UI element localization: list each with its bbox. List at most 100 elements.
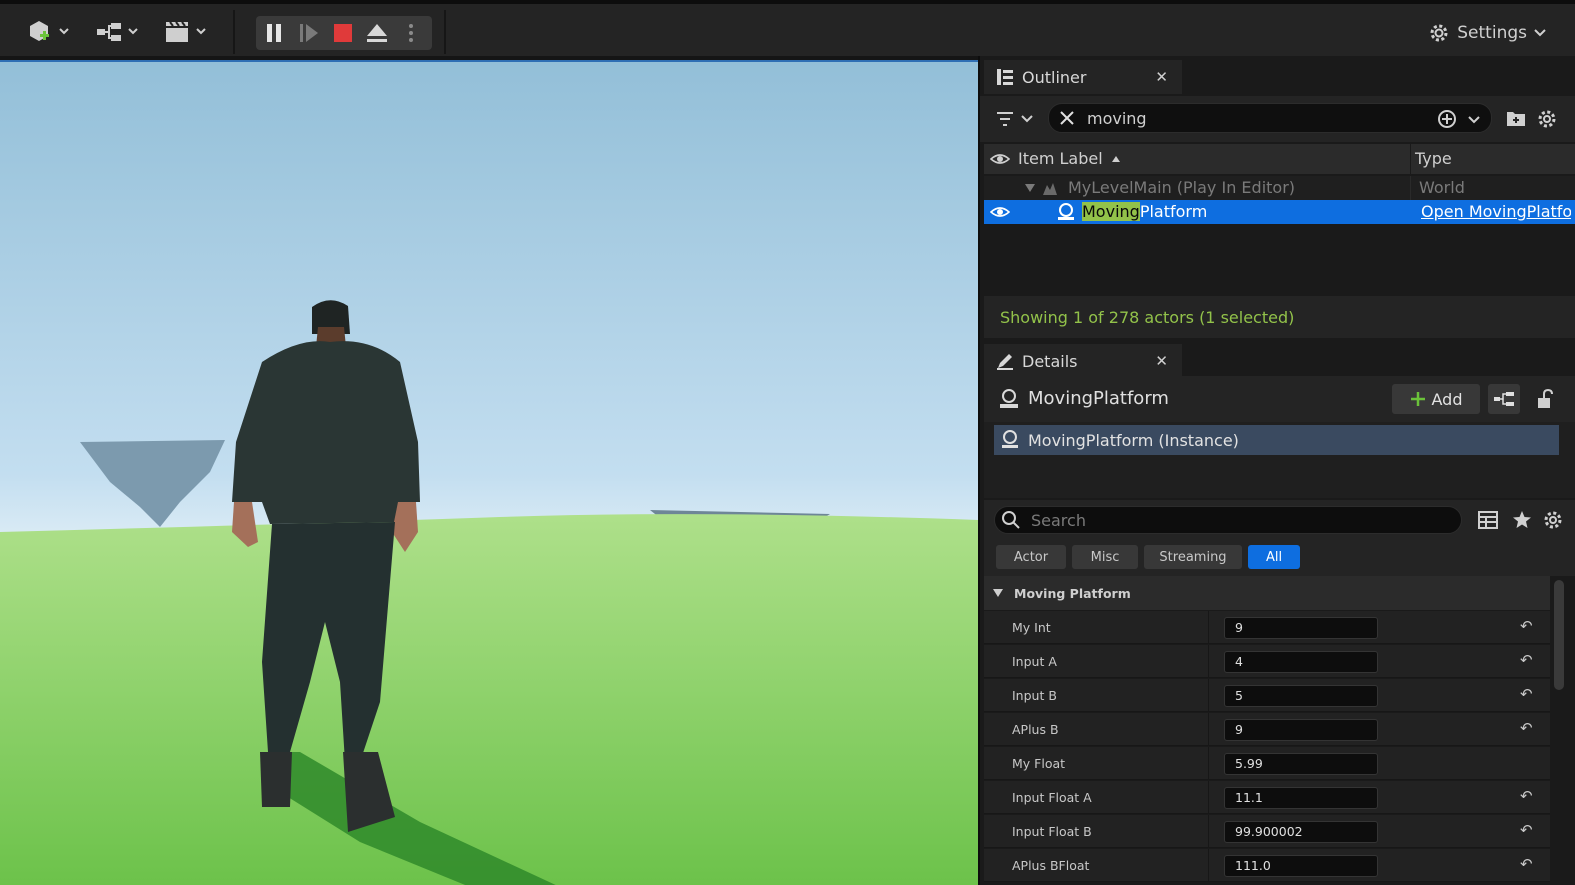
- properties-list: Moving Platform My Int 9 ↶ Input A 4 ↶ Input B…: [984, 576, 1575, 885]
- world-icon: [1043, 183, 1057, 195]
- gear-icon: [1430, 24, 1448, 42]
- property-label: APlus BFloat: [1012, 858, 1090, 873]
- star-icon[interactable]: [1512, 510, 1532, 534]
- category-moving-platform[interactable]: Moving Platform: [984, 576, 1550, 610]
- property-label: Input A: [1012, 654, 1057, 669]
- add-actor-button[interactable]: [26, 14, 74, 50]
- lock-icon[interactable]: [1536, 388, 1556, 413]
- collapse-arrow-icon[interactable]: [1024, 183, 1036, 193]
- blueprint-button[interactable]: [94, 14, 144, 50]
- outliner-search-input[interactable]: moving: [1087, 109, 1147, 128]
- world-type: World: [1419, 178, 1465, 197]
- play-options-button[interactable]: [394, 15, 428, 51]
- viewport-scene: [0, 62, 978, 885]
- reset-to-default-icon[interactable]: ↶: [1520, 855, 1533, 873]
- main-toolbar: Settings: [0, 0, 1575, 56]
- property-row: Input Float B 99.900002 ↶: [984, 815, 1550, 848]
- tab-outliner[interactable]: Outliner ✕: [984, 60, 1182, 94]
- property-splitter[interactable]: [1208, 815, 1209, 848]
- reset-to-default-icon[interactable]: ↶: [1520, 719, 1533, 737]
- table-view-icon[interactable]: [1478, 510, 1498, 534]
- outliner-status-text: Showing 1 of 278 actors (1 selected): [1000, 307, 1295, 327]
- property-row: My Float 5.99: [984, 747, 1550, 780]
- sort-ascending-icon: [1111, 155, 1120, 162]
- chevron-down-icon[interactable]: [1467, 112, 1481, 131]
- tab-details[interactable]: Details ✕: [984, 344, 1182, 378]
- property-value-input[interactable]: 4: [1224, 651, 1378, 673]
- component-row-instance[interactable]: MovingPlatform (Instance): [994, 425, 1559, 455]
- add-filter-icon[interactable]: [1437, 109, 1457, 133]
- component-tree: MovingPlatform (Instance): [984, 422, 1575, 498]
- open-blueprint-link[interactable]: Open MovingPlatfo: [1421, 202, 1571, 221]
- actor-icon: [1000, 389, 1018, 408]
- filter-icon: [997, 112, 1013, 126]
- pause-icon: [267, 24, 281, 42]
- outliner-search[interactable]: moving: [1048, 103, 1492, 133]
- property-splitter[interactable]: [1208, 747, 1209, 780]
- filter-chip-misc[interactable]: Misc: [1072, 545, 1138, 569]
- outliner-row-movingplatform[interactable]: MovingPlatform Open MovingPlatfo: [984, 200, 1575, 224]
- property-value-input[interactable]: 111.0: [1224, 855, 1378, 877]
- filter-chip-actor[interactable]: Actor: [996, 545, 1066, 569]
- property-splitter[interactable]: [1208, 713, 1209, 746]
- column-type[interactable]: Type: [1415, 149, 1452, 168]
- visibility-eye-icon[interactable]: [989, 204, 1011, 224]
- toolbar-separator: [233, 10, 235, 54]
- outliner-icon: [994, 66, 1016, 88]
- gear-icon[interactable]: [1536, 108, 1558, 134]
- property-value-input[interactable]: 9: [1224, 719, 1378, 741]
- property-value-input[interactable]: 99.900002: [1224, 821, 1378, 843]
- world-label: MyLevelMain (Play In Editor): [1068, 178, 1296, 197]
- details-search[interactable]: Search: [994, 506, 1462, 534]
- outliner-row-world[interactable]: MyLevelMain (Play In Editor) World: [984, 176, 1575, 200]
- step-button[interactable]: [292, 15, 326, 51]
- reset-to-default-icon[interactable]: ↶: [1520, 617, 1533, 635]
- visibility-eye-icon[interactable]: [989, 150, 1011, 172]
- property-row: Input Float A 11.1 ↶: [984, 781, 1550, 814]
- gear-icon[interactable]: [1542, 509, 1564, 535]
- details-search-input[interactable]: Search: [1031, 511, 1086, 530]
- column-item-label-text: Item Label: [1018, 149, 1103, 168]
- ground-plane: [0, 514, 978, 885]
- property-splitter[interactable]: [1208, 645, 1209, 678]
- cinematics-button[interactable]: [162, 14, 212, 50]
- property-splitter[interactable]: [1208, 679, 1209, 712]
- close-icon[interactable]: ✕: [1155, 68, 1168, 86]
- outliner-toolbar: moving: [980, 96, 1575, 142]
- reset-to-default-icon[interactable]: ↶: [1520, 685, 1533, 703]
- property-value-input[interactable]: 9: [1224, 617, 1378, 639]
- clear-search-icon[interactable]: [1059, 110, 1075, 126]
- property-splitter[interactable]: [1208, 781, 1209, 814]
- reset-to-default-icon[interactable]: ↶: [1520, 651, 1533, 669]
- property-splitter[interactable]: [1208, 849, 1209, 882]
- properties-scrollbar[interactable]: [1554, 580, 1564, 690]
- blueprint-icon: [1494, 392, 1514, 406]
- add-component-button[interactable]: Add: [1392, 384, 1480, 414]
- pause-button[interactable]: [256, 15, 292, 51]
- eject-button[interactable]: [360, 15, 394, 51]
- eject-icon: [367, 24, 387, 42]
- actor-icon: [1058, 203, 1074, 220]
- filter-button[interactable]: [994, 108, 1034, 130]
- property-value-input[interactable]: 11.1: [1224, 787, 1378, 809]
- column-item-label[interactable]: Item Label: [1018, 149, 1121, 168]
- filter-chip-all[interactable]: All: [1248, 545, 1300, 569]
- reset-to-default-icon[interactable]: ↶: [1520, 787, 1533, 805]
- settings-button[interactable]: Settings: [1427, 18, 1547, 48]
- clapperboard-icon: [166, 21, 206, 42]
- property-splitter[interactable]: [1208, 611, 1209, 644]
- category-label: Moving Platform: [1014, 585, 1131, 601]
- level-viewport[interactable]: [0, 60, 978, 885]
- collapse-arrow-icon: [993, 589, 1003, 597]
- outliner-header: Item Label Type: [984, 144, 1575, 174]
- close-icon[interactable]: ✕: [1155, 352, 1168, 370]
- property-label: Input Float A: [1012, 790, 1092, 805]
- property-value-input[interactable]: 5.99: [1224, 753, 1378, 775]
- filter-chip-streaming[interactable]: Streaming: [1144, 545, 1242, 569]
- stop-button[interactable]: [326, 15, 360, 51]
- add-component-label: Add: [1431, 389, 1463, 409]
- new-folder-icon[interactable]: [1506, 109, 1526, 131]
- property-value-input[interactable]: 5: [1224, 685, 1378, 707]
- blueprint-hierarchy-button[interactable]: [1488, 384, 1520, 414]
- reset-to-default-icon[interactable]: ↶: [1520, 821, 1533, 839]
